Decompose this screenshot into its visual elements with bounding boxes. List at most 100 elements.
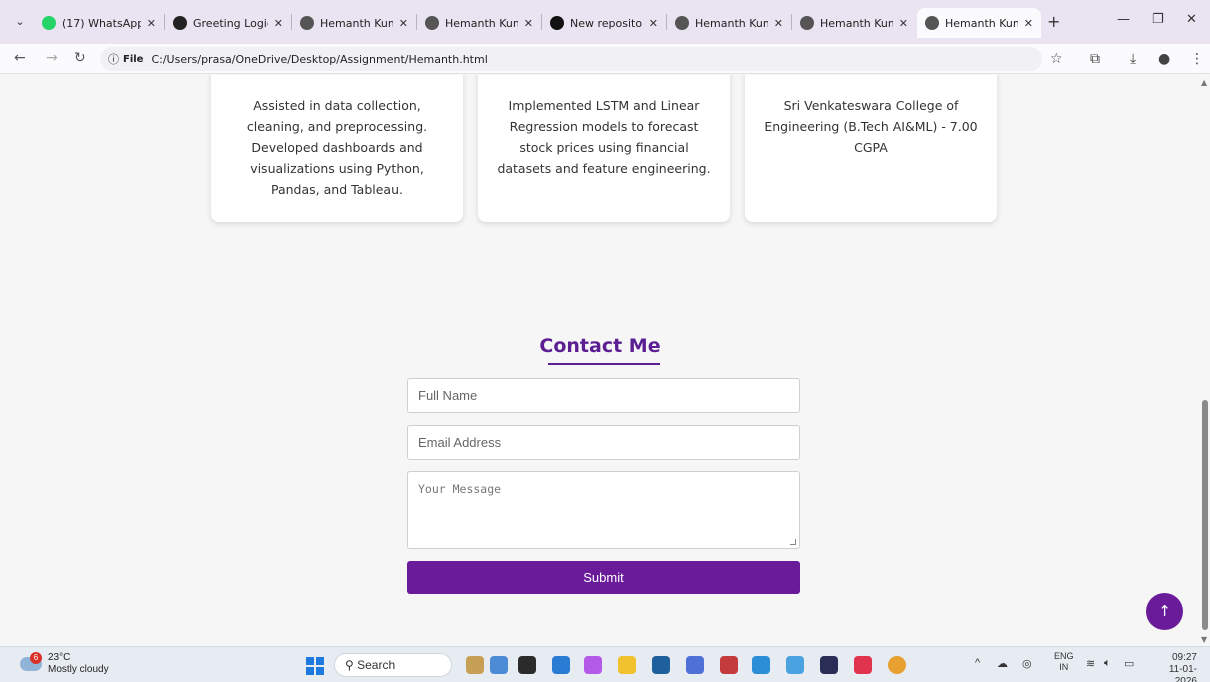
browser-tab-strip: ⌄ (17) WhatsApp ✕ Greeting Logic E ✕ Hem… xyxy=(0,0,1210,44)
windows-start-icon[interactable] xyxy=(306,657,324,675)
address-bar[interactable]: ⓘ File C:/Users/prasa/OneDrive/Desktop/A… xyxy=(100,47,1042,71)
close-icon[interactable]: ✕ xyxy=(399,17,408,30)
close-icon[interactable]: ✕ xyxy=(649,17,658,30)
file-explorer-icon[interactable] xyxy=(618,656,636,674)
task-view-icon[interactable] xyxy=(518,656,536,674)
edge-icon[interactable] xyxy=(752,656,770,674)
tab-title: (17) WhatsApp xyxy=(62,16,141,30)
resize-handle-icon[interactable] xyxy=(790,539,796,545)
project-card: Implemented LSTM and Linear Regression m… xyxy=(478,75,730,222)
editor-app-icon[interactable] xyxy=(686,656,704,674)
openai-icon xyxy=(173,16,187,30)
placeholder-text: Your Message xyxy=(418,482,502,496)
info-icon[interactable]: ⓘ xyxy=(108,51,119,67)
experience-card: Assisted in data collection, cleaning, a… xyxy=(211,75,463,222)
language-line2: IN xyxy=(1059,662,1069,672)
full-name-input[interactable]: Full Name xyxy=(407,378,800,413)
cloud-icon: 6 xyxy=(20,652,42,671)
close-icon[interactable]: ✕ xyxy=(274,17,283,30)
profile-icon[interactable]: ● xyxy=(1158,51,1170,67)
battery-icon[interactable]: ▭ xyxy=(1124,657,1134,670)
scroll-down-arrow-icon[interactable]: ▼ xyxy=(1201,635,1207,644)
store-icon[interactable] xyxy=(652,656,670,674)
close-icon[interactable]: ✕ xyxy=(147,17,156,30)
close-icon[interactable]: ✕ xyxy=(1024,17,1033,30)
scheme-label: File xyxy=(123,53,144,65)
extensions-icon[interactable]: ⧉ xyxy=(1090,51,1100,67)
weather-widget[interactable]: 6 23°C Mostly cloudy xyxy=(20,652,109,676)
language-indicator[interactable]: ENG IN xyxy=(1054,651,1074,673)
page-viewport: Assisted in data collection, cleaning, a… xyxy=(0,75,1200,646)
onedrive-icon[interactable]: ☁ xyxy=(997,657,1008,670)
scroll-up-arrow-icon[interactable]: ▲ xyxy=(1201,78,1207,87)
tab-title: Greeting Logic E xyxy=(193,16,268,30)
tab-hemanth-active[interactable]: Hemanth Kumar ✕ xyxy=(917,8,1041,38)
restore-icon[interactable]: ❐ xyxy=(1152,12,1164,27)
browser-toolbar: ← → ↻ ⓘ File C:/Users/prasa/OneDrive/Des… xyxy=(0,44,1210,74)
email-input[interactable]: Email Address xyxy=(407,425,800,460)
page-scrollbar[interactable]: ▲ ▼ xyxy=(1200,75,1210,646)
chrome-icon[interactable] xyxy=(888,656,906,674)
system-clock[interactable]: 09:27 11-01-2026 xyxy=(1147,652,1197,682)
tab-hemanth-3[interactable]: Hemanth Kumar ✕ xyxy=(667,8,791,38)
windows-taskbar: 6 23°C Mostly cloudy ⚲ Search ^ ☁ ◎ ENG … xyxy=(0,646,1210,682)
vscode-icon[interactable] xyxy=(552,656,570,674)
tab-hemanth-4[interactable]: Hemanth Kumar ✕ xyxy=(792,8,916,38)
obs-app-icon[interactable] xyxy=(820,656,838,674)
close-icon[interactable]: ✕ xyxy=(899,17,908,30)
notification-badge: 6 xyxy=(30,652,42,664)
url-text: C:/Users/prasa/OneDrive/Desktop/Assignme… xyxy=(151,52,488,66)
tab-hemanth-2[interactable]: Hemanth Kumar ✕ xyxy=(417,8,541,38)
globe-icon xyxy=(800,16,814,30)
tab-title: Hemanth Kumar xyxy=(695,16,768,30)
close-icon[interactable]: ✕ xyxy=(774,17,783,30)
copilot-icon[interactable] xyxy=(490,656,508,674)
weather-temp: 23°C xyxy=(48,652,71,663)
close-icon[interactable]: ✕ xyxy=(524,17,533,30)
tab-new-repository[interactable]: New repository ✕ xyxy=(542,8,666,38)
widgets-icon[interactable] xyxy=(466,656,484,674)
submit-button[interactable]: Submit xyxy=(407,561,800,594)
reload-icon[interactable]: ↻ xyxy=(74,50,86,66)
scroll-to-top-button[interactable]: ↑ xyxy=(1146,593,1183,630)
tray-app-icon[interactable]: ◎ xyxy=(1022,657,1032,670)
volume-icon[interactable]: 🔈︎ xyxy=(1104,657,1111,670)
placeholder-text: Full Name xyxy=(418,388,478,403)
back-icon[interactable]: ← xyxy=(14,50,26,66)
card-text: Assisted in data collection, cleaning, a… xyxy=(246,98,428,197)
clock-time: 09:27 xyxy=(1171,652,1197,663)
globe-icon xyxy=(300,16,314,30)
wps-office-icon[interactable] xyxy=(854,656,872,674)
wifi-icon[interactable]: ≋ xyxy=(1086,657,1095,670)
taskbar-search[interactable]: ⚲ Search xyxy=(334,653,452,677)
close-window-icon[interactable]: ✕ xyxy=(1186,12,1197,27)
tab-greeting-logic[interactable]: Greeting Logic E ✕ xyxy=(165,8,291,38)
search-icon: ⚲ xyxy=(345,658,358,672)
tab-title: New repository xyxy=(570,16,643,30)
minimize-icon[interactable]: — xyxy=(1117,12,1130,27)
menu-kebab-icon[interactable]: ⋮ xyxy=(1190,51,1204,67)
whatsapp-icon xyxy=(42,16,56,30)
language-line1: ENG xyxy=(1054,651,1074,661)
heading-underline xyxy=(548,363,660,365)
scrollbar-thumb[interactable] xyxy=(1202,400,1208,630)
card-text: Implemented LSTM and Linear Regression m… xyxy=(497,98,711,176)
tab-title: Hemanth Kumar xyxy=(945,16,1018,30)
bookmark-star-icon[interactable]: ☆ xyxy=(1050,51,1063,67)
tab-title: Hemanth Kumar xyxy=(445,16,518,30)
new-tab-icon[interactable]: + xyxy=(1047,12,1060,31)
colorful-app-icon[interactable] xyxy=(584,656,602,674)
tab-title: Hemanth Kumar xyxy=(820,16,893,30)
forward-icon[interactable]: → xyxy=(46,50,58,66)
globe-icon xyxy=(425,16,439,30)
tab-whatsapp[interactable]: (17) WhatsApp ✕ xyxy=(34,8,164,38)
tray-expand-icon[interactable]: ^ xyxy=(975,657,980,669)
download-icon[interactable]: ⤓ xyxy=(1130,51,1136,67)
message-textarea[interactable]: Your Message xyxy=(407,471,800,549)
tab-hemanth-1[interactable]: Hemanth Kumar ✕ xyxy=(292,8,416,38)
search-label: Search xyxy=(357,658,396,672)
mcafee-icon[interactable] xyxy=(720,656,738,674)
tab-search-chevron-icon[interactable]: ⌄ xyxy=(10,12,30,32)
clock-date: 11-01-2026 xyxy=(1168,664,1197,682)
photos-icon[interactable] xyxy=(786,656,804,674)
